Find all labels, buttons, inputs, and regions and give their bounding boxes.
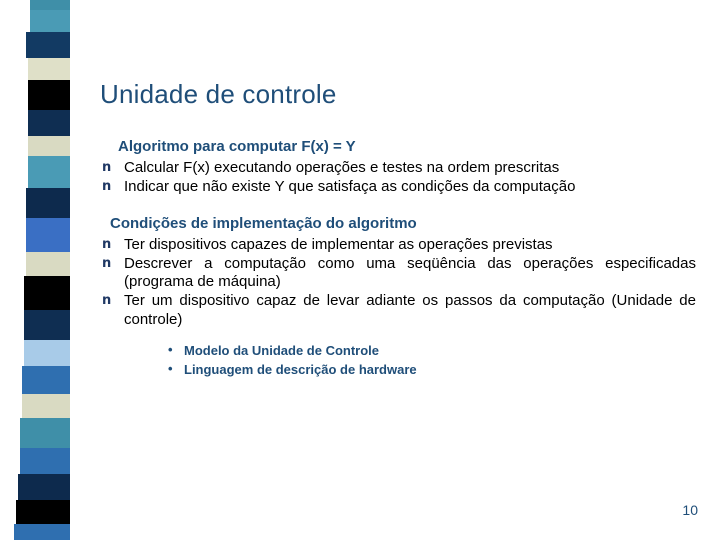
decor-band <box>16 500 70 524</box>
list-item-text: Ter dispositivos capazes de implementar … <box>124 235 553 253</box>
decor-band <box>28 58 70 80</box>
bullet-dot-icon: • <box>168 342 173 358</box>
list-item: n Ter dispositivos capazes de implementa… <box>96 236 696 254</box>
decor-band <box>24 340 70 366</box>
list-item: n Descrever a computação como uma seqüên… <box>96 255 696 292</box>
decor-band <box>28 136 70 156</box>
list-item: n Calcular F(x) executando operações e t… <box>96 159 696 177</box>
list-item-text: Calcular F(x) executando operações e tes… <box>124 159 560 176</box>
decor-band <box>20 418 70 448</box>
decor-band <box>28 80 70 110</box>
bullet-marker-icon: n <box>102 160 112 175</box>
bullet-marker-icon: n <box>102 179 112 195</box>
list-item-text: Linguagem de descrição de hardware <box>184 362 417 378</box>
page-number: 10 <box>682 502 698 518</box>
list-item: n Ter um dispositivo capaz de levar adia… <box>96 292 696 329</box>
decor-band <box>22 394 70 418</box>
list-item-text: Ter um dispositivo capaz de levar adiant… <box>124 292 696 328</box>
decor-band <box>30 10 70 32</box>
decor-band <box>28 110 70 136</box>
decor-band <box>26 188 70 218</box>
decor-band <box>18 474 70 500</box>
section-two-list: n Ter dispositivos capazes de implementa… <box>96 236 696 329</box>
list-item-text: Indicar que não existe Y que satisfaça a… <box>124 178 576 196</box>
section-one-heading: Algoritmo para computar F(x) = Y <box>118 138 356 155</box>
sub-topic-list: • Modelo da Unidade de Controle • Lingua… <box>166 342 696 378</box>
section-two-heading: Condições de implementação do algoritmo <box>110 214 417 232</box>
decorative-color-strip <box>0 0 70 540</box>
bullet-dot-icon: • <box>168 361 173 377</box>
decor-band <box>24 276 70 310</box>
decor-band <box>20 448 70 474</box>
section-one-list: n Calcular F(x) executando operações e t… <box>96 159 696 197</box>
list-item-text: Descrever a computação como uma seqüênci… <box>124 254 696 291</box>
decor-band <box>26 32 70 58</box>
page-title: Unidade de controle <box>100 79 337 110</box>
bullet-marker-icon: n <box>102 255 112 271</box>
decor-band <box>22 366 70 394</box>
decor-band <box>18 0 30 32</box>
decor-band <box>14 524 70 540</box>
decor-band <box>30 0 70 10</box>
list-item: • Modelo da Unidade de Controle <box>166 342 696 359</box>
decor-band <box>28 156 70 188</box>
bullet-marker-icon: n <box>102 293 112 309</box>
list-item: n Indicar que não existe Y que satisfaça… <box>96 178 696 196</box>
slide: Unidade de controle Algoritmo para compu… <box>0 0 720 540</box>
decor-band <box>26 218 70 252</box>
bullet-marker-icon: n <box>102 236 112 252</box>
decor-band <box>24 310 70 340</box>
slide-content: Algoritmo para computar F(x) = Y n Calcu… <box>96 138 696 381</box>
list-item-text: Modelo da Unidade de Controle <box>184 343 380 359</box>
decor-band <box>26 252 70 276</box>
list-item: • Linguagem de descrição de hardware <box>166 361 696 378</box>
